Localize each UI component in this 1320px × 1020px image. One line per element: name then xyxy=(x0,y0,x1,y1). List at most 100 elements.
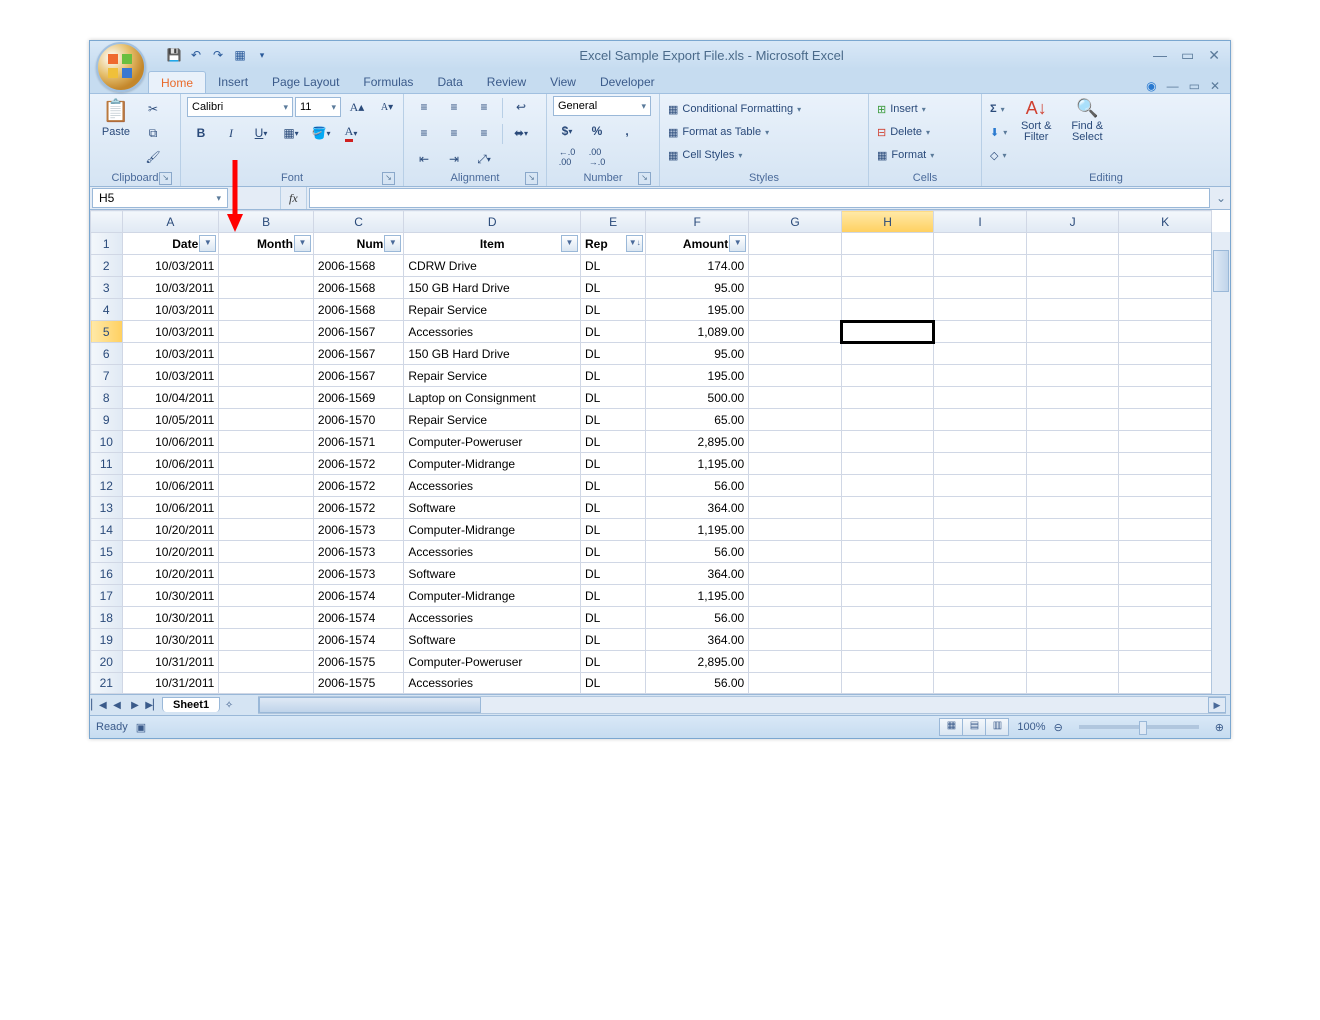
cell[interactable] xyxy=(219,299,314,321)
col-header-C[interactable]: C xyxy=(313,211,403,233)
row-header[interactable]: 10 xyxy=(91,431,123,453)
zoom-in-icon[interactable]: ⊕ xyxy=(1215,721,1224,734)
align-top-icon[interactable]: ≡ xyxy=(410,96,438,118)
cell[interactable] xyxy=(219,519,314,541)
cell[interactable] xyxy=(841,409,934,431)
cell[interactable]: 2006-1574 xyxy=(313,629,403,651)
cell[interactable]: 1,195.00 xyxy=(646,519,749,541)
col-header-B[interactable]: B xyxy=(219,211,314,233)
cell[interactable] xyxy=(749,321,842,343)
row-header[interactable]: 4 xyxy=(91,299,123,321)
cell[interactable] xyxy=(841,431,934,453)
cell[interactable]: DL xyxy=(581,299,646,321)
cell[interactable]: Software xyxy=(404,563,581,585)
copy-icon[interactable]: ⧉ xyxy=(139,122,167,144)
filter-icon[interactable]: ▼↓ xyxy=(626,235,643,252)
cell[interactable]: 2006-1575 xyxy=(313,673,403,694)
cell[interactable] xyxy=(934,453,1027,475)
cell[interactable]: 500.00 xyxy=(646,387,749,409)
autosum-button[interactable]: Σ▾ xyxy=(988,99,1009,119)
cell[interactable]: 174.00 xyxy=(646,255,749,277)
cell[interactable]: 95.00 xyxy=(646,277,749,299)
percent-icon[interactable]: % xyxy=(583,120,611,142)
shrink-font-icon[interactable]: A▾ xyxy=(373,96,401,118)
excel-icon[interactable]: ▦ xyxy=(232,47,248,63)
cell[interactable]: 2006-1575 xyxy=(313,651,403,673)
cell[interactable] xyxy=(749,519,842,541)
cell[interactable]: 2,895.00 xyxy=(646,651,749,673)
filter-icon[interactable]: ▼ xyxy=(199,235,216,252)
cell[interactable] xyxy=(934,475,1027,497)
cell[interactable] xyxy=(934,431,1027,453)
wb-restore-icon[interactable]: ▭ xyxy=(1189,79,1200,93)
cell[interactable]: 2006-1572 xyxy=(313,475,403,497)
cell[interactable] xyxy=(1026,277,1119,299)
cell[interactable]: Repair Service xyxy=(404,409,581,431)
col-header-I[interactable]: I xyxy=(934,211,1027,233)
col-header-K[interactable]: K xyxy=(1119,211,1212,233)
restore-icon[interactable]: ▭ xyxy=(1181,47,1194,64)
cell[interactable]: 10/30/2011 xyxy=(122,607,219,629)
fill-color-icon[interactable]: 🪣▾ xyxy=(307,122,335,144)
cell[interactable]: Accessories xyxy=(404,607,581,629)
cell[interactable] xyxy=(841,299,934,321)
tab-page-layout[interactable]: Page Layout xyxy=(260,71,351,93)
cell[interactable]: Computer-Midrange xyxy=(404,519,581,541)
cell[interactable]: 2006-1569 xyxy=(313,387,403,409)
cell[interactable] xyxy=(749,651,842,673)
cell[interactable] xyxy=(749,607,842,629)
cell[interactable] xyxy=(1119,321,1212,343)
cell[interactable] xyxy=(1119,299,1212,321)
cell[interactable]: DL xyxy=(581,409,646,431)
cell[interactable] xyxy=(219,541,314,563)
expand-formula-icon[interactable]: ⌄ xyxy=(1212,191,1230,205)
save-icon[interactable]: 💾 xyxy=(166,47,182,63)
cell[interactable]: 10/05/2011 xyxy=(122,409,219,431)
new-sheet-icon[interactable]: ✧ xyxy=(220,700,238,711)
select-all-corner[interactable] xyxy=(91,211,123,233)
cell[interactable]: 10/30/2011 xyxy=(122,585,219,607)
cell[interactable] xyxy=(219,629,314,651)
undo-icon[interactable]: ↶ xyxy=(188,47,204,63)
table-header-amount[interactable]: Amount▼ xyxy=(646,233,749,255)
cell[interactable] xyxy=(934,277,1027,299)
cell[interactable]: DL xyxy=(581,343,646,365)
cell[interactable] xyxy=(1119,343,1212,365)
cell[interactable] xyxy=(841,585,934,607)
cell[interactable] xyxy=(219,255,314,277)
cell[interactable] xyxy=(749,299,842,321)
cell[interactable] xyxy=(749,409,842,431)
format-as-table-button[interactable]: ▦Format as Table▾ xyxy=(666,122,771,142)
cell[interactable] xyxy=(841,453,934,475)
cell[interactable] xyxy=(841,277,934,299)
cell[interactable]: 2006-1568 xyxy=(313,299,403,321)
cell[interactable]: 2006-1567 xyxy=(313,321,403,343)
delete-cells-button[interactable]: ⊟Delete▾ xyxy=(875,122,932,142)
cell[interactable]: DL xyxy=(581,673,646,694)
row-header[interactable]: 21 xyxy=(91,673,123,694)
cell[interactable] xyxy=(219,563,314,585)
cell[interactable] xyxy=(1026,255,1119,277)
cell[interactable] xyxy=(1119,651,1212,673)
cell[interactable] xyxy=(219,387,314,409)
cell[interactable] xyxy=(749,475,842,497)
minimize-icon[interactable]: — xyxy=(1153,47,1167,64)
cell[interactable]: 56.00 xyxy=(646,475,749,497)
cell[interactable]: 10/04/2011 xyxy=(122,387,219,409)
cell[interactable] xyxy=(841,563,934,585)
currency-icon[interactable]: $▾ xyxy=(553,120,581,142)
cell[interactable]: Repair Service xyxy=(404,365,581,387)
cell[interactable]: 10/06/2011 xyxy=(122,497,219,519)
font-name-combo[interactable]: Calibri▾ xyxy=(187,97,293,117)
cell[interactable]: DL xyxy=(581,255,646,277)
cell[interactable] xyxy=(1119,387,1212,409)
row-header[interactable]: 6 xyxy=(91,343,123,365)
row-header[interactable]: 16 xyxy=(91,563,123,585)
row-header[interactable]: 3 xyxy=(91,277,123,299)
row-header[interactable]: 13 xyxy=(91,497,123,519)
cell[interactable] xyxy=(934,387,1027,409)
zoom-out-icon[interactable]: ⊖ xyxy=(1054,721,1063,734)
wrap-text-icon[interactable]: ↩ xyxy=(507,96,535,118)
cell[interactable] xyxy=(219,321,314,343)
cell[interactable]: 2006-1570 xyxy=(313,409,403,431)
